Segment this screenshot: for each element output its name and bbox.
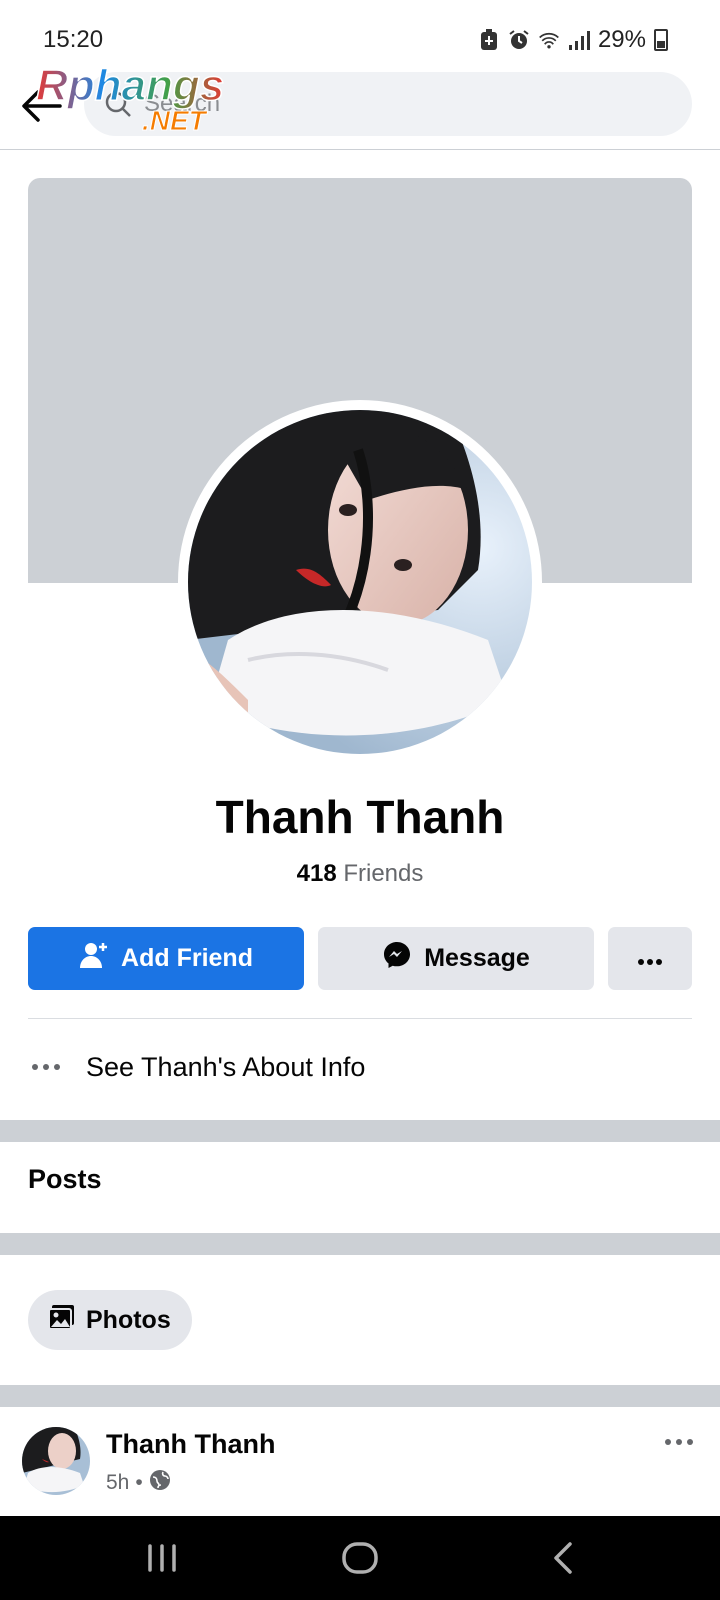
- section-separator: [0, 1120, 720, 1142]
- messenger-icon: [382, 940, 412, 977]
- add-friend-button[interactable]: Add Friend: [28, 927, 304, 990]
- battery-icon: [654, 29, 668, 51]
- post-header: Thanh Thanh 5h •: [0, 1407, 720, 1515]
- add-friend-label: Add Friend: [121, 944, 253, 972]
- message-button[interactable]: Message: [318, 927, 594, 990]
- status-icons: 29%: [478, 26, 668, 54]
- system-nav-bar: [0, 1516, 720, 1600]
- more-dots-icon: [637, 944, 663, 973]
- svg-text:Rphangs: Rphangs: [36, 61, 224, 110]
- post-author-name[interactable]: Thanh Thanh: [106, 1429, 275, 1460]
- about-info-label: See Thanh's About Info: [86, 1051, 366, 1082]
- globe-icon: [149, 1469, 171, 1497]
- back-nav-icon[interactable]: [544, 1538, 584, 1578]
- post-meta: 5h •: [106, 1469, 171, 1497]
- about-info-link[interactable]: See Thanh's About Info: [28, 1045, 692, 1089]
- divider: [28, 1018, 692, 1019]
- signal-icon: [568, 29, 590, 51]
- home-icon[interactable]: [340, 1538, 380, 1578]
- section-separator: [0, 1385, 720, 1407]
- svg-text:.NET: .NET: [142, 105, 209, 136]
- posts-heading: Posts: [28, 1164, 102, 1194]
- friends-count[interactable]: 418 Friends: [0, 860, 720, 888]
- friends-count-number: 418: [296, 860, 337, 887]
- more-dots-icon: [28, 1063, 64, 1071]
- post-author-avatar[interactable]: [22, 1427, 90, 1495]
- friends-label: Friends: [343, 860, 424, 887]
- more-options-button[interactable]: [608, 927, 692, 990]
- post-time[interactable]: 5h: [106, 1471, 129, 1495]
- photos-icon: [48, 1303, 76, 1338]
- message-label: Message: [424, 944, 530, 972]
- photos-button[interactable]: Photos: [28, 1290, 192, 1350]
- status-bar: 15:20 29%: [0, 0, 720, 62]
- watermark-logo: Rphangs .NET: [34, 60, 254, 140]
- battery-saver-icon: [478, 29, 500, 51]
- profile-name: Thanh Thanh: [215, 791, 505, 843]
- recent-apps-icon[interactable]: [142, 1538, 182, 1578]
- top-header: Rphangs .NET: [0, 60, 720, 150]
- alarm-icon: [508, 29, 530, 51]
- add-friend-icon: [79, 940, 109, 977]
- section-separator: [0, 1233, 720, 1255]
- battery-percent: 29%: [597, 26, 646, 53]
- photos-label: Photos: [86, 1305, 171, 1334]
- wifi-icon: [538, 29, 560, 51]
- profile-actions: Add Friend Message: [28, 927, 692, 990]
- profile-avatar[interactable]: [188, 410, 532, 754]
- meta-separator: •: [135, 1471, 143, 1494]
- status-time: 15:20: [43, 26, 104, 53]
- post-options-icon[interactable]: [664, 1433, 694, 1451]
